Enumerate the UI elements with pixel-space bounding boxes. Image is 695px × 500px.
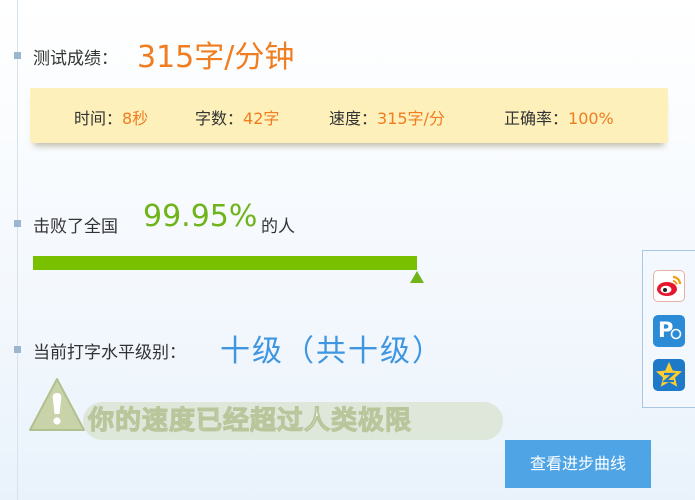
share-panel: P (642, 250, 695, 408)
tencent-weibo-icon[interactable]: P (653, 315, 685, 347)
stat-label: 时间： (74, 109, 123, 128)
qzone-icon[interactable] (653, 359, 685, 391)
warning-text: 你的速度已经超过人类极限 (83, 402, 503, 440)
warning-triangle-icon (29, 378, 85, 431)
stat-accuracy: 正确率：100% (504, 105, 614, 129)
stat-char-count: 字数：42字 (195, 105, 279, 129)
level-label: 当前打字水平级别： (33, 343, 186, 363)
stat-label: 速度： (329, 109, 378, 128)
timeline-dot (14, 346, 21, 353)
beat-progress-bar (33, 256, 417, 270)
level-value: 十级（共十级） (220, 334, 444, 369)
stat-value: 8秒 (122, 109, 149, 128)
timeline-dot (14, 220, 21, 227)
timeline-line (17, 0, 18, 500)
stat-speed: 速度：315字/分 (329, 105, 445, 129)
progress-marker-icon (410, 271, 424, 283)
score-label: 测试成绩： (33, 49, 118, 69)
stat-label: 字数： (195, 109, 244, 128)
stat-label: 正确率： (504, 109, 569, 128)
stat-value: 315字/分 (377, 109, 445, 128)
beat-progress-fill (33, 256, 417, 270)
stat-time: 时间：8秒 (74, 105, 148, 129)
timeline-dot (14, 52, 21, 59)
stat-value: 42字 (243, 109, 280, 128)
beat-suffix: 的人 (261, 217, 295, 237)
view-progress-curve-button[interactable]: 查看进步曲线 (505, 440, 651, 488)
sina-weibo-icon[interactable] (653, 270, 685, 302)
beat-percentage: 99.95% (143, 199, 258, 234)
stat-value: 100% (568, 109, 614, 128)
score-value: 315字/分钟 (137, 40, 295, 75)
stats-box: 时间：8秒 字数：42字 速度：315字/分 正确率：100% (30, 88, 668, 143)
beat-label: 击败了全国 (33, 217, 118, 237)
